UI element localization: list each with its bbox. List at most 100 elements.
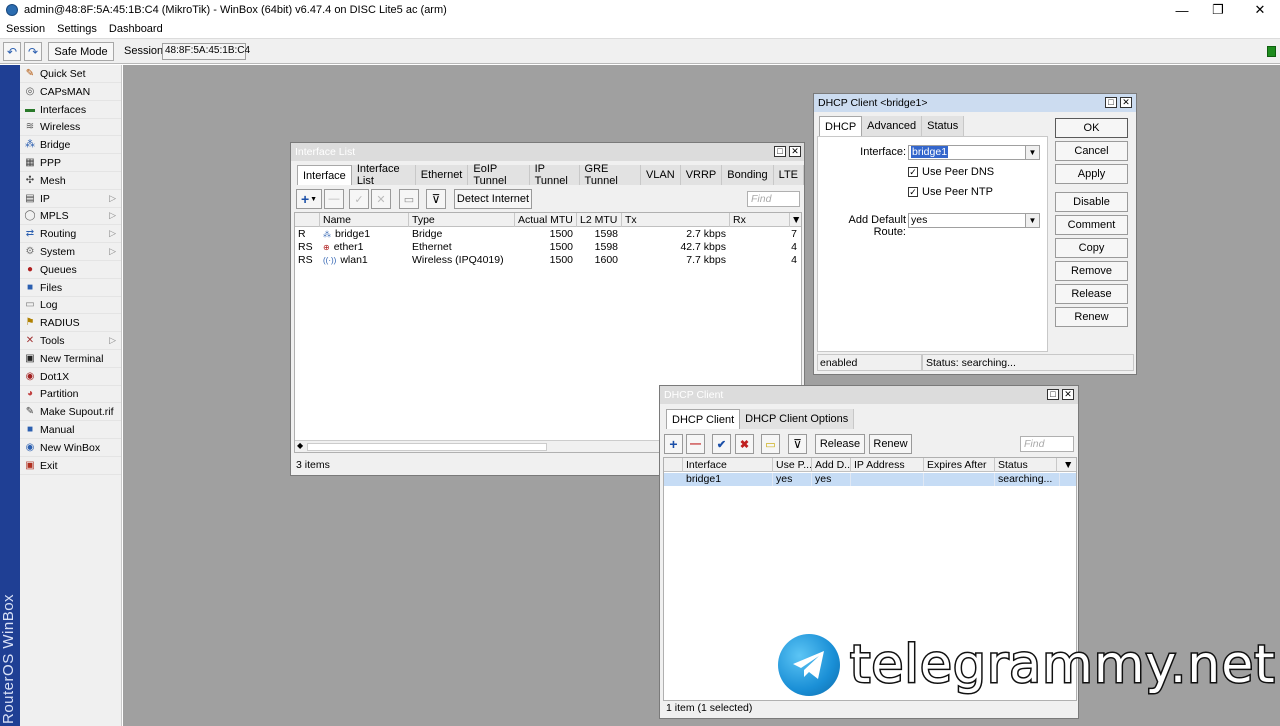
table-row[interactable]: RS ((·)) wlan1 Wireless (IPQ4019) 1500 1600 7.… — [295, 254, 801, 267]
interface-list-tab-lte[interactable]: LTE — [773, 165, 804, 185]
remove-button[interactable]: — — [324, 189, 344, 209]
dhcp-client-tab-dhcp-client[interactable]: DHCP Client — [666, 409, 741, 429]
dhcp-client-maximize-button[interactable]: □ — [1047, 389, 1059, 400]
enable-button[interactable]: ✓ — [349, 189, 369, 209]
use-peer-dns-checkbox[interactable]: ✓ Use Peer DNS — [908, 166, 994, 178]
sidebar-item-queues[interactable]: ● Queues — [20, 262, 121, 279]
sidebar-item-ppp[interactable]: ▦ PPP — [20, 155, 121, 172]
sidebar-item-files[interactable]: ■ Files — [20, 280, 121, 297]
interface-list-close-button[interactable]: ✕ — [789, 146, 801, 157]
sidebar-item-mesh[interactable]: ✣ Mesh — [20, 173, 121, 190]
col-status[interactable]: Status — [995, 458, 1057, 472]
session-field[interactable]: 48:8F:5A:45:1B:C4 — [162, 43, 250, 60]
filter-button[interactable]: ⊽ — [788, 434, 807, 454]
col-rx[interactable]: Rx — [730, 213, 790, 227]
dhcp-client-close-button[interactable]: ✕ — [1062, 389, 1074, 400]
comment-button[interactable]: Comment — [1055, 215, 1128, 235]
sidebar-item-radius[interactable]: ⚑ RADIUS — [20, 315, 121, 333]
filter-button[interactable]: ⊽ — [426, 189, 446, 209]
interface-list-tab-vlan[interactable]: VLAN — [640, 165, 681, 185]
sidebar-item-capsman[interactable]: ◎ CAPsMAN — [20, 84, 121, 101]
ok-button[interactable]: OK — [1055, 118, 1128, 138]
renew-button[interactable]: Renew — [1055, 307, 1128, 327]
table-row[interactable]: RS ⊕ ether1 Ethernet 1500 1598 42.7 kbps 4 — [295, 241, 801, 254]
interface-list-maximize-button[interactable]: □ — [774, 146, 786, 157]
disable-button[interactable]: ✖ — [735, 434, 754, 454]
interface-list-tab-ethernet[interactable]: Ethernet — [415, 165, 469, 185]
dhcp-bridge1-tab-status[interactable]: Status — [922, 116, 965, 136]
sidebar-item-new-terminal[interactable]: ▣ New Terminal — [20, 351, 121, 368]
col-ip-address[interactable]: IP Address — [851, 458, 924, 472]
enable-button[interactable]: ✔ — [712, 434, 731, 454]
scroll-left-icon[interactable]: ◆ — [297, 441, 303, 450]
disable-button[interactable]: ✕ — [371, 189, 391, 209]
disable-button[interactable]: Disable — [1055, 192, 1128, 212]
col-tx[interactable]: Tx — [622, 213, 730, 227]
sidebar-item-partition[interactable]: ◕ Partition — [20, 386, 121, 404]
dhcp-bridge1-maximize-button[interactable]: □ — [1105, 97, 1117, 108]
dhcp-bridge1-close-button[interactable]: ✕ — [1120, 97, 1132, 108]
sidebar-item-make-supout-rif[interactable]: ✎ Make Supout.rif — [20, 404, 121, 422]
default-route-select[interactable]: yes ▼ — [908, 213, 1040, 228]
menu-session[interactable]: Session — [0, 23, 51, 35]
sidebar-item-wireless[interactable]: ≋ Wireless — [20, 119, 121, 137]
interface-list-tab-bonding[interactable]: Bonding — [722, 165, 774, 185]
comment-button[interactable]: ▭ — [399, 189, 419, 209]
sidebar-item-tools[interactable]: ✕ Tools ▷ — [20, 333, 121, 350]
copy-button[interactable]: Copy — [1055, 238, 1128, 258]
sidebar-item-mpls[interactable]: ◯ MPLS ▷ — [20, 208, 121, 226]
table-row[interactable]: R ⁂ bridge1 Bridge 1500 1598 2.7 kbps 7 — [295, 228, 801, 241]
redo-button[interactable]: ↷ — [24, 42, 42, 61]
use-peer-ntp-checkbox[interactable]: ✓ Use Peer NTP — [908, 186, 993, 198]
undo-button[interactable]: ↶ — [3, 42, 21, 61]
interface-list-tab-gre-tunnel[interactable]: GRE Tunnel — [579, 163, 641, 187]
sidebar-item-manual[interactable]: ■ Manual — [20, 422, 121, 439]
dhcp-bridge1-tab-advanced[interactable]: Advanced — [862, 116, 923, 136]
columns-menu-icon[interactable]: ▼ — [1060, 458, 1076, 472]
col-name[interactable]: Name — [320, 213, 409, 227]
comment-button[interactable]: ▭ — [761, 434, 780, 454]
sidebar-item-dot1x[interactable]: ◉ Dot1X — [20, 369, 121, 386]
sidebar-item-log[interactable]: ▭ Log — [20, 297, 121, 315]
interface-list-title-bar[interactable]: Interface List — [291, 143, 804, 161]
dhcp-find-input[interactable]: Find — [1020, 436, 1074, 452]
sidebar-item-interfaces[interactable]: ▬ Interfaces — [20, 102, 121, 119]
sidebar-item-bridge[interactable]: ⁂ Bridge — [20, 137, 121, 155]
safe-mode-button[interactable]: Safe Mode — [48, 42, 114, 61]
add-menu-button[interactable]: + ▼ — [296, 189, 322, 209]
sidebar-item-routing[interactable]: ⇄ Routing ▷ — [20, 226, 121, 244]
interface-list-tab-interface-list[interactable]: Interface List — [351, 163, 416, 187]
col-actual-mtu[interactable]: Actual MTU — [515, 213, 577, 227]
remove-button[interactable]: Remove — [1055, 261, 1128, 281]
release-toolbar-button[interactable]: Release — [815, 434, 865, 454]
col-flags[interactable] — [295, 213, 320, 227]
cancel-button[interactable]: Cancel — [1055, 141, 1128, 161]
sidebar-item-exit[interactable]: ▣ Exit — [20, 458, 121, 475]
interface-list-tab-vrrp[interactable]: VRRP — [680, 165, 723, 185]
columns-menu-icon[interactable]: ▼ — [788, 213, 801, 227]
dhcp-client-title-bar[interactable]: DHCP Client — [660, 386, 1078, 404]
col-expires-after[interactable]: Expires After — [924, 458, 995, 472]
col-add-default[interactable]: Add D... — [812, 458, 851, 472]
interface-list-tab-ip-tunnel[interactable]: IP Tunnel — [529, 163, 580, 187]
interface-find-input[interactable]: Find — [747, 191, 800, 207]
col-type[interactable]: Type — [409, 213, 515, 227]
dropdown-arrow-icon[interactable]: ▼ — [1025, 214, 1039, 227]
release-button[interactable]: Release — [1055, 284, 1128, 304]
dhcp-bridge1-title-bar[interactable]: DHCP Client <bridge1> — [814, 94, 1136, 112]
renew-toolbar-button[interactable]: Renew — [869, 434, 912, 454]
dropdown-arrow-icon[interactable]: ▼ — [1025, 146, 1039, 159]
interface-select[interactable]: bridge1 ▼ — [908, 145, 1040, 160]
maximize-button[interactable]: ❐ — [1200, 0, 1236, 20]
minimize-button[interactable]: — — [1164, 0, 1200, 20]
interface-list-tab-eoip-tunnel[interactable]: EoIP Tunnel — [468, 163, 530, 187]
remove-button[interactable]: — — [686, 434, 705, 454]
menu-dashboard[interactable]: Dashboard — [103, 23, 169, 35]
menu-settings[interactable]: Settings — [51, 23, 103, 35]
scrollbar-thumb[interactable] — [307, 443, 547, 451]
sidebar-item-system[interactable]: ⚙ System ▷ — [20, 244, 121, 261]
apply-button[interactable]: Apply — [1055, 164, 1128, 184]
sidebar-item-new-winbox[interactable]: ◉ New WinBox — [20, 440, 121, 457]
table-row[interactable]: bridge1 yes yes searching... — [664, 473, 1076, 486]
interface-list-tab-interface[interactable]: Interface — [297, 165, 352, 185]
